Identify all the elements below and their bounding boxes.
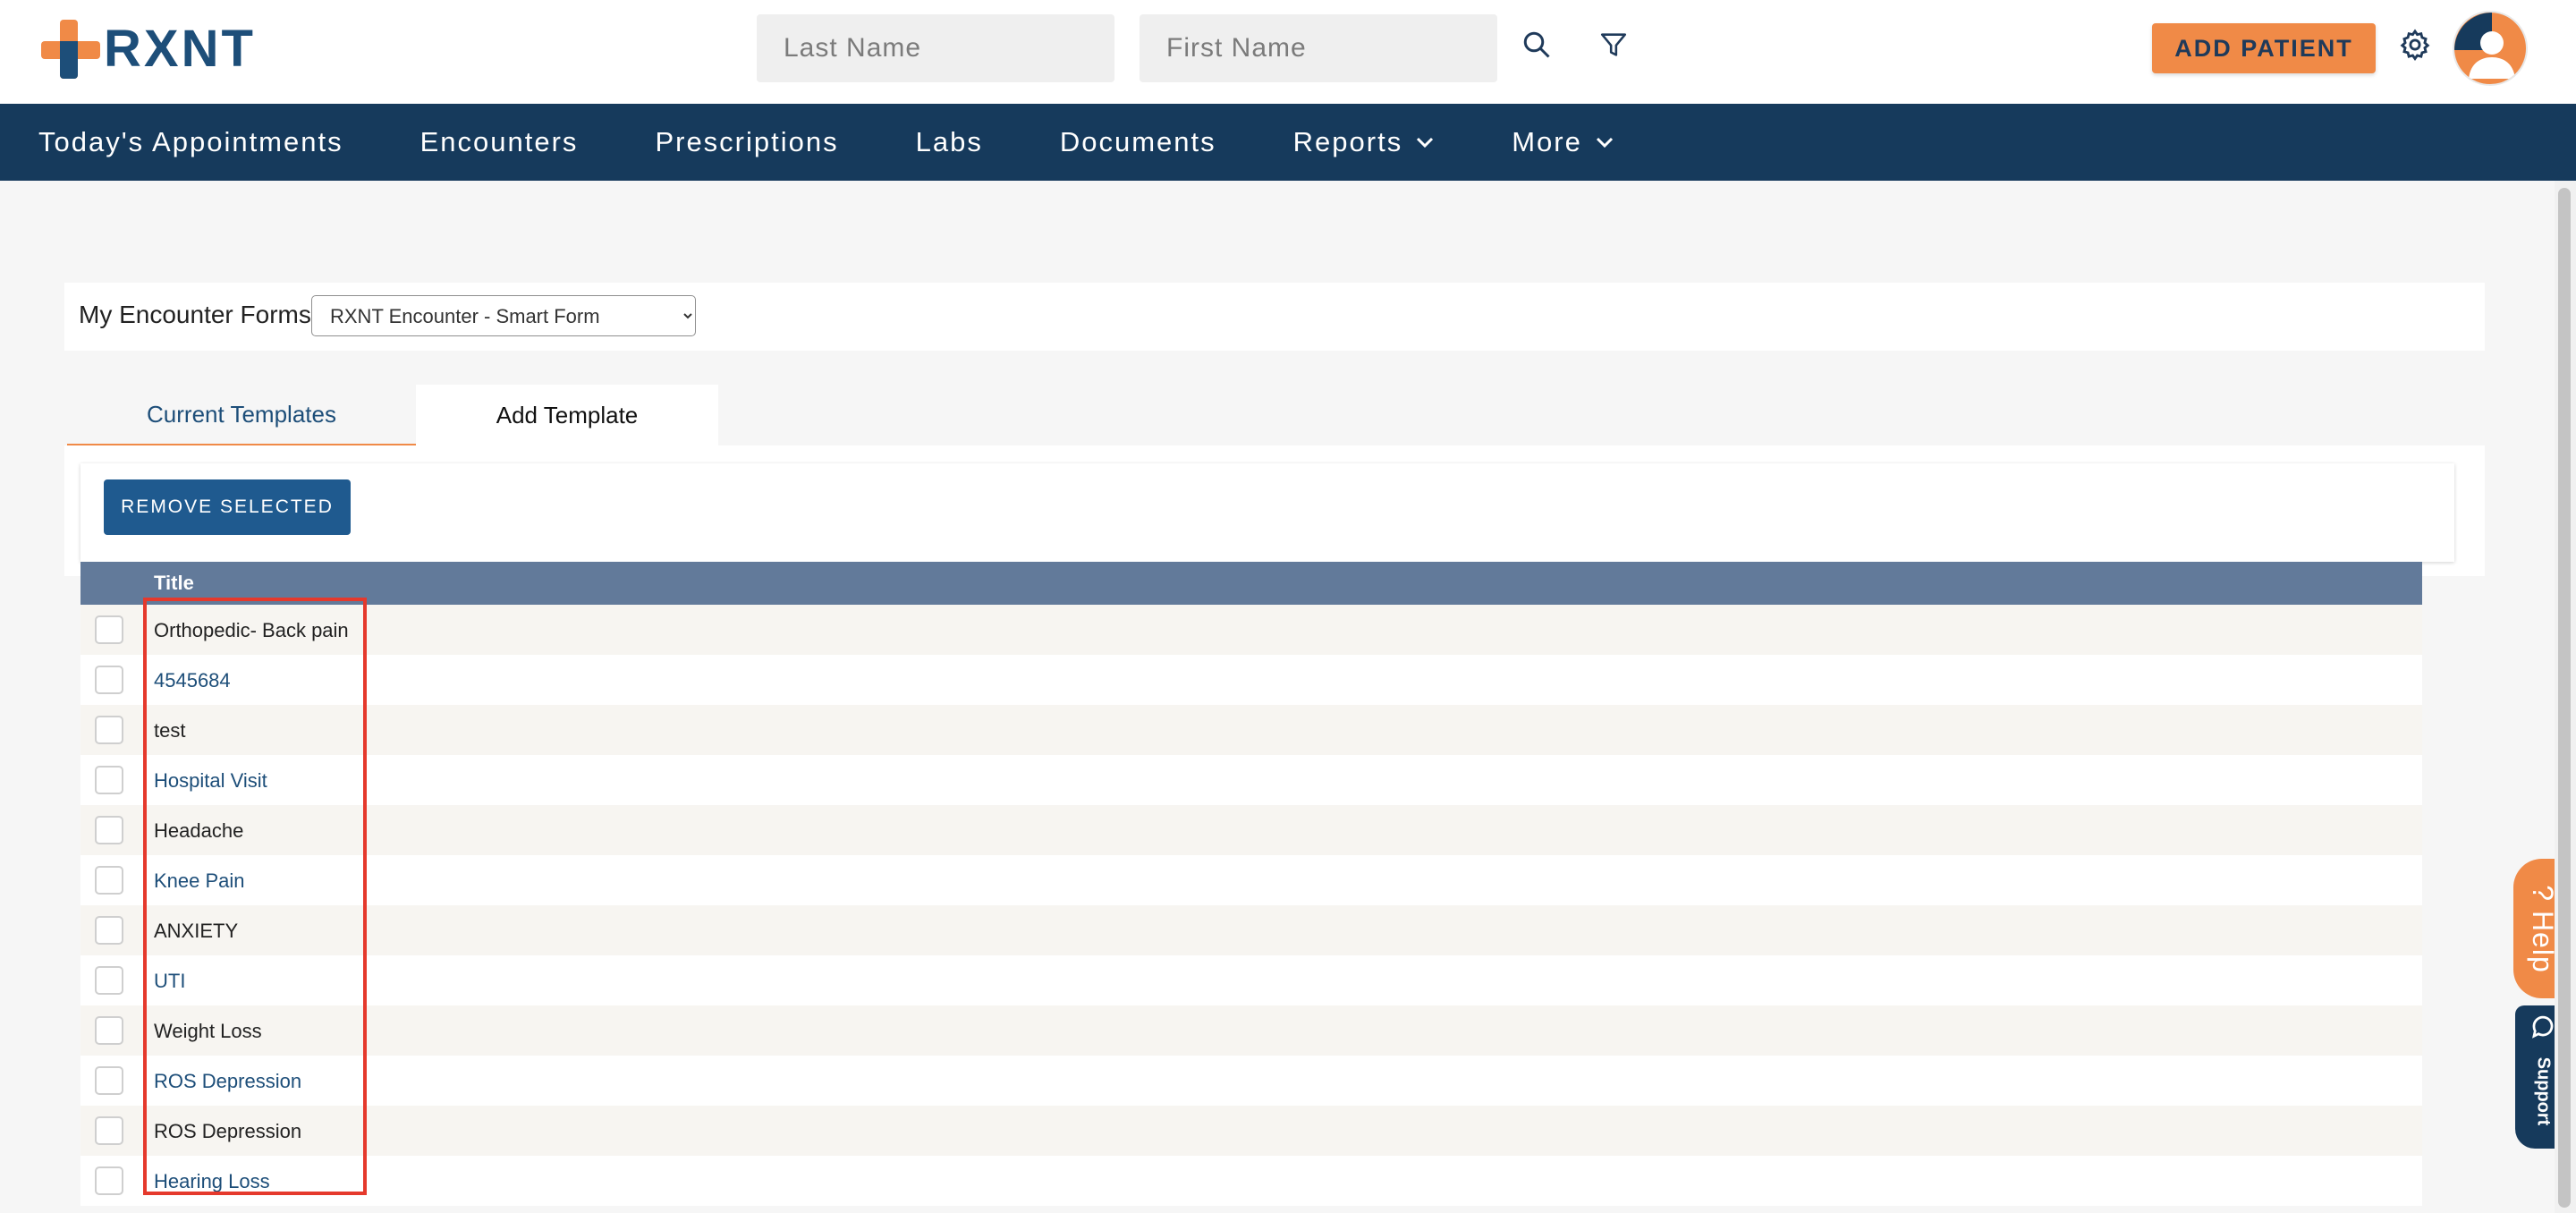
table-row: ROS Depression <box>80 1056 2422 1106</box>
tab-current-templates[interactable]: Current Templates <box>67 385 416 445</box>
templates-toolbar: REMOVE SELECTED <box>80 463 2454 562</box>
encounter-forms-bar: My Encounter Forms: RXNT Encounter - Sma… <box>64 283 2485 351</box>
encounter-forms-select[interactable]: RXNT Encounter - Smart Form <box>311 295 696 336</box>
row-checkbox[interactable] <box>95 666 123 694</box>
nav-item-reports[interactable]: Reports <box>1293 126 1436 158</box>
row-title[interactable]: Headache <box>154 819 243 843</box>
table-row: ROS Depression <box>80 1106 2422 1156</box>
add-patient-button[interactable]: ADD PATIENT <box>2152 23 2376 73</box>
page-root: RXNT ADD PATIENT <box>0 0 2576 1213</box>
table-row: UTI <box>80 955 2422 1005</box>
template-tabs: Current Templates Add Template <box>67 385 718 445</box>
table-row: Weight Loss <box>80 1005 2422 1056</box>
page-scrollbar[interactable] <box>2555 181 2576 1213</box>
encounter-forms-label: My Encounter Forms: <box>79 301 318 328</box>
table-row: Orthopedic- Back pain <box>80 605 2422 655</box>
row-checkbox[interactable] <box>95 1016 123 1045</box>
row-checkbox[interactable] <box>95 1116 123 1145</box>
row-checkbox[interactable] <box>95 716 123 744</box>
row-checkbox[interactable] <box>95 615 123 644</box>
support-label: Support <box>2533 1056 2554 1126</box>
row-title[interactable]: UTI <box>154 970 185 993</box>
nav-item-prescriptions[interactable]: Prescriptions <box>655 126 838 158</box>
nav-item-todays-appointments[interactable]: Today's Appointments <box>38 126 343 158</box>
templates-table: Title Orthopedic- Back pain 4545684 test… <box>80 562 2422 1206</box>
row-title[interactable]: 4545684 <box>154 669 231 692</box>
logo-text: RXNT <box>104 20 256 78</box>
search-icon[interactable] <box>1515 23 1558 66</box>
row-title[interactable]: ROS Depression <box>154 1070 301 1093</box>
row-title[interactable]: Weight Loss <box>154 1020 262 1043</box>
row-checkbox[interactable] <box>95 1166 123 1195</box>
remove-selected-button[interactable]: REMOVE SELECTED <box>104 479 351 535</box>
column-header-title[interactable]: Title <box>154 572 194 595</box>
main-nav: Today's Appointments Encounters Prescrip… <box>0 104 2576 181</box>
table-header: Title <box>80 562 2422 605</box>
chevron-down-icon <box>1595 136 1614 148</box>
scrollbar-thumb[interactable] <box>2558 188 2571 1208</box>
chevron-down-icon <box>1415 136 1435 148</box>
row-checkbox[interactable] <box>95 766 123 794</box>
top-header: RXNT ADD PATIENT <box>0 0 2576 104</box>
logo-cross-icon <box>41 20 100 79</box>
row-title[interactable]: Orthopedic- Back pain <box>154 619 349 642</box>
tab-add-template[interactable]: Add Template <box>416 385 718 445</box>
row-title[interactable]: ANXIETY <box>154 920 238 943</box>
nav-item-labs[interactable]: Labs <box>916 126 983 158</box>
row-checkbox[interactable] <box>95 1066 123 1095</box>
first-name-input[interactable] <box>1140 14 1497 82</box>
gear-icon[interactable] <box>2394 23 2436 66</box>
row-checkbox[interactable] <box>95 866 123 895</box>
nav-item-more[interactable]: More <box>1512 126 1614 158</box>
row-title[interactable]: Hospital Visit <box>154 769 267 793</box>
row-title[interactable]: ROS Depression <box>154 1120 301 1143</box>
row-checkbox[interactable] <box>95 816 123 844</box>
table-row: Hearing Loss <box>80 1156 2422 1206</box>
help-label: ? Help <box>2526 884 2559 973</box>
table-row: ANXIETY <box>80 905 2422 955</box>
row-title[interactable]: Knee Pain <box>154 869 245 893</box>
nav-item-documents[interactable]: Documents <box>1060 126 1216 158</box>
nav-item-encounters[interactable]: Encounters <box>420 126 579 158</box>
row-title[interactable]: Hearing Loss <box>154 1170 270 1193</box>
filter-icon[interactable] <box>1592 23 1635 66</box>
table-row: Hospital Visit <box>80 755 2422 805</box>
row-checkbox[interactable] <box>95 966 123 995</box>
table-row: 4545684 <box>80 655 2422 705</box>
rxnt-logo[interactable]: RXNT <box>41 18 256 81</box>
row-title[interactable]: test <box>154 719 185 742</box>
table-row: Headache <box>80 805 2422 855</box>
user-avatar[interactable] <box>2453 11 2528 86</box>
table-row: test <box>80 705 2422 755</box>
chat-bubble-icon <box>2529 1013 2556 1044</box>
table-row: Knee Pain <box>80 855 2422 905</box>
row-checkbox[interactable] <box>95 916 123 945</box>
last-name-input[interactable] <box>757 14 1114 82</box>
